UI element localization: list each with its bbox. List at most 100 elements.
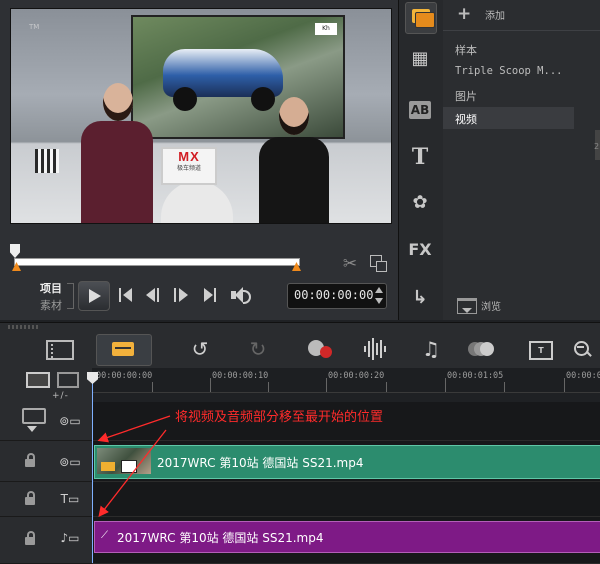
browse-button[interactable]: 浏览 xyxy=(453,296,523,314)
ruler-tick xyxy=(445,378,446,392)
background-tv-screen: Kh xyxy=(131,15,345,139)
host-right xyxy=(259,137,329,223)
host-left-head xyxy=(103,83,133,121)
library-item-images[interactable]: 图片 xyxy=(443,84,574,106)
playhead-line[interactable] xyxy=(92,380,93,563)
redo-icon[interactable]: ↻ xyxy=(243,334,273,364)
preview-video-frame[interactable]: Kh TM MX 极车频道 xyxy=(10,8,392,224)
ruler-label: 00:00:00:10 xyxy=(212,371,269,381)
ruler-label: 00:00:01:05 xyxy=(447,371,504,381)
overlay-track-icon[interactable]: ⊚▭ xyxy=(55,451,85,473)
chevron-down-icon[interactable] xyxy=(27,426,37,432)
mx-sign: MX 极车频道 xyxy=(161,147,217,185)
plus-icon: + xyxy=(457,4,472,24)
timecode-field[interactable]: 00:00:00:00 xyxy=(287,283,387,309)
mode-project[interactable]: 项目 xyxy=(40,280,62,296)
divider xyxy=(443,30,600,31)
add-remove-tracks[interactable]: +/- xyxy=(52,391,69,401)
tv-badge: Kh xyxy=(315,23,337,35)
ruler-label: 00:00:01:15 xyxy=(566,371,600,381)
mode-clip[interactable]: 素材 xyxy=(40,297,62,313)
clip-thumbnail xyxy=(97,448,151,474)
library-item-video[interactable]: 视频 xyxy=(443,107,574,129)
graphic-icon[interactable]: ✿ xyxy=(405,188,435,218)
sound-mixer-icon[interactable] xyxy=(360,334,390,364)
timeline-toolbar xyxy=(0,322,600,369)
library-item-label: 样本 xyxy=(455,44,477,57)
video-clip[interactable]: 2017WRC 第10站 德国站 SS21.mp4 xyxy=(94,445,600,479)
timeline-view-icon[interactable] xyxy=(96,334,152,366)
track-row-title[interactable] xyxy=(92,482,600,517)
add-label: 添加 xyxy=(485,11,505,22)
end-button[interactable] xyxy=(204,288,220,302)
library-toolbar: ▦ AB T ✿ FX ↳ xyxy=(398,0,443,320)
library-item-label: 视频 xyxy=(455,113,477,126)
ruler-tick xyxy=(564,378,565,392)
lock-icon[interactable] xyxy=(25,531,35,545)
home-button[interactable] xyxy=(119,288,135,302)
mode-bracket xyxy=(67,283,74,309)
voice-track-icon[interactable]: ♪▭ xyxy=(55,527,85,549)
scrubber-handle[interactable] xyxy=(10,244,20,258)
play-button[interactable] xyxy=(78,281,110,311)
track-view-icons[interactable] xyxy=(26,372,82,388)
qr-code xyxy=(35,149,59,173)
title-icon[interactable]: T xyxy=(405,142,435,172)
ruler-label: 00:00:00:20 xyxy=(328,371,385,381)
video-track-icon[interactable]: ⊚▭ xyxy=(55,410,85,432)
audio-clip-name: 2017WRC 第10站 德国站 SS21.mp4 xyxy=(117,531,324,545)
host-right-head xyxy=(279,97,309,135)
audio-clip-icon: ⟋ xyxy=(101,530,108,541)
timeline-ruler[interactable]: 00:00:00:00 00:00:00:10 00:00:00:20 00:0… xyxy=(92,368,600,393)
link-tracks-icon[interactable] xyxy=(22,408,46,424)
mx-subtitle: 极车频道 xyxy=(176,165,201,172)
channel-logo: TM xyxy=(29,23,40,31)
annotation-text: 将视频及音频部分移至最开始的位置 xyxy=(175,410,384,425)
library-item-label: 图片 xyxy=(455,90,477,103)
panel-grip[interactable] xyxy=(8,325,40,329)
add-folder-button[interactable]: + 添加 xyxy=(451,4,531,24)
host-left xyxy=(81,121,153,223)
preview-panel: Kh TM MX 极车频道 ✂ 项目 素材 00:00:00:00 xyxy=(0,0,398,320)
lock-icon[interactable] xyxy=(25,453,35,467)
path-icon[interactable]: ↳ xyxy=(405,283,435,313)
filter-icon[interactable]: FX xyxy=(405,235,435,265)
zoom-icon[interactable] xyxy=(568,334,598,364)
edge-label: 2 xyxy=(594,142,600,151)
lock-icon[interactable] xyxy=(25,491,35,505)
storyboard-view-icon[interactable] xyxy=(40,334,78,364)
instant-project-icon[interactable]: ▦ xyxy=(405,44,435,74)
media-icon[interactable] xyxy=(405,2,437,34)
library-item-samples[interactable]: 样本 xyxy=(443,38,574,60)
ruler-tick xyxy=(210,378,211,392)
timecode-stepper[interactable] xyxy=(375,287,383,305)
next-frame-button[interactable] xyxy=(174,288,194,302)
enlarge-preview-icon[interactable] xyxy=(369,254,387,272)
library-panel: + 添加 样本 Triple Scoop M... 图片 视频 浏览 xyxy=(443,0,600,320)
transition-icon[interactable]: AB xyxy=(405,95,435,125)
scrubber-track[interactable] xyxy=(14,258,300,266)
split-clip-scissors-icon[interactable]: ✂ xyxy=(340,254,360,274)
video-clip-name: 2017WRC 第10站 德国站 SS21.mp4 xyxy=(157,456,364,470)
volume-icon[interactable] xyxy=(231,287,251,304)
chevron-down-icon xyxy=(462,308,472,313)
motion-tracking-icon[interactable] xyxy=(466,334,498,364)
previous-frame-button[interactable] xyxy=(146,288,166,302)
library-item-triple-scoop[interactable]: Triple Scoop M... xyxy=(443,61,574,83)
ruler-tick xyxy=(326,378,327,392)
studio-table xyxy=(161,181,233,223)
preview-image: Kh TM MX 极车频道 xyxy=(11,9,391,223)
title-track-icon[interactable]: T▭ xyxy=(55,488,85,510)
auto-music-icon[interactable]: ♫ xyxy=(416,334,446,364)
subtitle-editor-icon[interactable]: T xyxy=(525,334,555,364)
record-capture-icon[interactable] xyxy=(302,334,336,364)
car-wheel xyxy=(251,87,275,111)
track-header-voice: ♪▭ xyxy=(0,517,92,564)
ruler-tick xyxy=(504,382,505,392)
ruler-tick xyxy=(152,382,153,392)
track-header-title: T▭ xyxy=(0,482,92,517)
audio-clip[interactable]: ⟋ 2017WRC 第10站 德国站 SS21.mp4 xyxy=(94,521,600,553)
timecode-value: 00:00:00:00 xyxy=(294,288,374,302)
track-header-video: ⊚▭ xyxy=(0,402,92,441)
undo-icon[interactable]: ↺ xyxy=(185,334,215,364)
